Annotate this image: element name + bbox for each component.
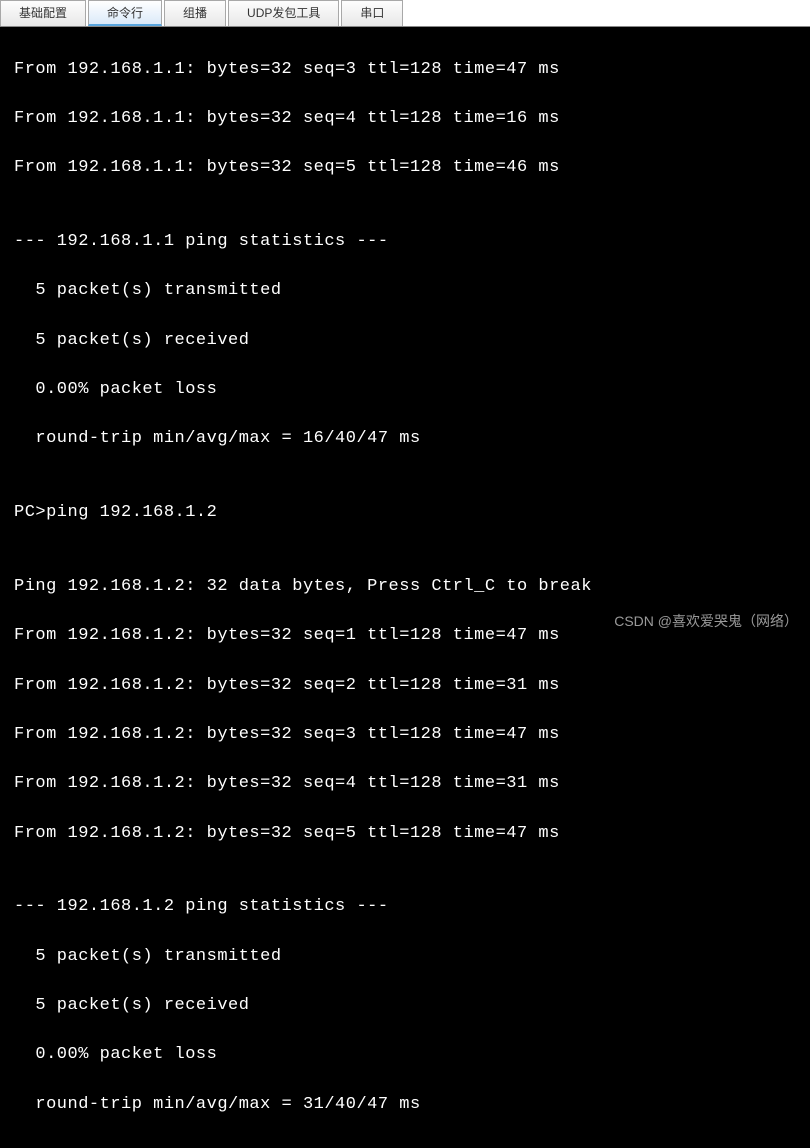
terminal-line: round-trip min/avg/max = 16/40/47 ms bbox=[14, 427, 796, 452]
terminal-line: From 192.168.1.1: bytes=32 seq=4 ttl=128… bbox=[14, 107, 796, 132]
terminal-line: Ping 192.168.1.2: 32 data bytes, Press C… bbox=[14, 575, 796, 600]
terminal-line: --- 192.168.1.1 ping statistics --- bbox=[14, 230, 796, 255]
terminal-line: From 192.168.1.1: bytes=32 seq=3 ttl=128… bbox=[14, 58, 796, 83]
terminal-line: 5 packet(s) transmitted bbox=[14, 279, 796, 304]
terminal-line: 0.00% packet loss bbox=[14, 1043, 796, 1068]
terminal-output[interactable]: From 192.168.1.1: bytes=32 seq=3 ttl=128… bbox=[0, 27, 810, 1148]
terminal-line: From 192.168.1.2: bytes=32 seq=2 ttl=128… bbox=[14, 674, 796, 699]
tab-multicast[interactable]: 组播 bbox=[164, 0, 226, 26]
tab-command-line[interactable]: 命令行 bbox=[88, 0, 162, 26]
terminal-line: From 192.168.1.2: bytes=32 seq=4 ttl=128… bbox=[14, 772, 796, 797]
terminal-line: 5 packet(s) received bbox=[14, 994, 796, 1019]
terminal-line: --- 192.168.1.2 ping statistics --- bbox=[14, 895, 796, 920]
tab-udp-tool[interactable]: UDP发包工具 bbox=[228, 0, 339, 26]
terminal-line: 5 packet(s) received bbox=[14, 329, 796, 354]
watermark: CSDN @喜欢爱哭鬼（网络） bbox=[614, 611, 798, 631]
terminal-line: From 192.168.1.2: bytes=32 seq=5 ttl=128… bbox=[14, 822, 796, 847]
tab-serial-port[interactable]: 串口 bbox=[341, 0, 403, 26]
terminal-line: 5 packet(s) transmitted bbox=[14, 945, 796, 970]
tab-basic-config[interactable]: 基础配置 bbox=[0, 0, 86, 26]
terminal-line: round-trip min/avg/max = 31/40/47 ms bbox=[14, 1093, 796, 1118]
terminal-line: From 192.168.1.2: bytes=32 seq=3 ttl=128… bbox=[14, 723, 796, 748]
terminal-line: 0.00% packet loss bbox=[14, 378, 796, 403]
terminal-line: From 192.168.1.1: bytes=32 seq=5 ttl=128… bbox=[14, 156, 796, 181]
terminal-line: PC>ping 192.168.1.2 bbox=[14, 501, 796, 526]
tab-bar: 基础配置 命令行 组播 UDP发包工具 串口 bbox=[0, 0, 810, 27]
